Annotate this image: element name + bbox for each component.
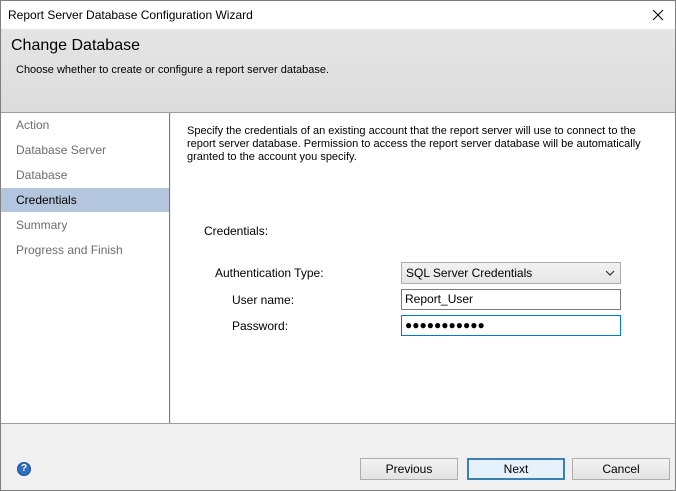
nav-item-credentials[interactable]: Credentials <box>1 188 169 212</box>
page-header: Change Database Choose whether to create… <box>1 29 675 113</box>
chevron-down-icon <box>605 270 615 276</box>
page-title: Change Database <box>11 37 140 54</box>
credentials-section-label: Credentials: <box>204 224 269 238</box>
cancel-button[interactable]: Cancel <box>572 458 670 480</box>
wizard-steps-nav: Action Database Server Database Credenti… <box>1 113 170 423</box>
nav-item-summary[interactable]: Summary <box>1 213 169 237</box>
nav-item-database[interactable]: Database <box>1 163 169 187</box>
nav-item-progress-and-finish[interactable]: Progress and Finish <box>1 238 169 262</box>
username-label: User name: <box>232 293 295 307</box>
wizard-footer: ? Previous Next Cancel <box>1 423 675 490</box>
nav-item-database-server[interactable]: Database Server <box>1 138 169 162</box>
password-label: Password: <box>232 319 289 333</box>
auth-type-select[interactable]: SQL Server Credentials <box>401 262 621 284</box>
close-button[interactable] <box>641 1 675 29</box>
content-panel: Specify the credentials of an existing a… <box>171 113 675 423</box>
previous-button[interactable]: Previous <box>360 458 458 480</box>
title-bar: Report Server Database Configuration Wiz… <box>1 1 675 29</box>
username-input[interactable]: Report_User <box>401 289 621 310</box>
close-icon <box>652 9 664 21</box>
wizard-window: Report Server Database Configuration Wiz… <box>0 0 676 491</box>
description-text: Specify the credentials of an existing a… <box>187 125 641 163</box>
nav-item-action[interactable]: Action <box>1 113 169 137</box>
password-input[interactable]: ●●●●●●●●●●● <box>401 315 621 336</box>
help-icon[interactable]: ? <box>17 462 31 476</box>
window-title: Report Server Database Configuration Wiz… <box>8 8 253 22</box>
page-subtitle: Choose whether to create or configure a … <box>16 64 330 76</box>
next-button[interactable]: Next <box>467 458 565 480</box>
auth-type-label: Authentication Type: <box>215 266 324 280</box>
auth-type-value: SQL Server Credentials <box>406 266 533 280</box>
